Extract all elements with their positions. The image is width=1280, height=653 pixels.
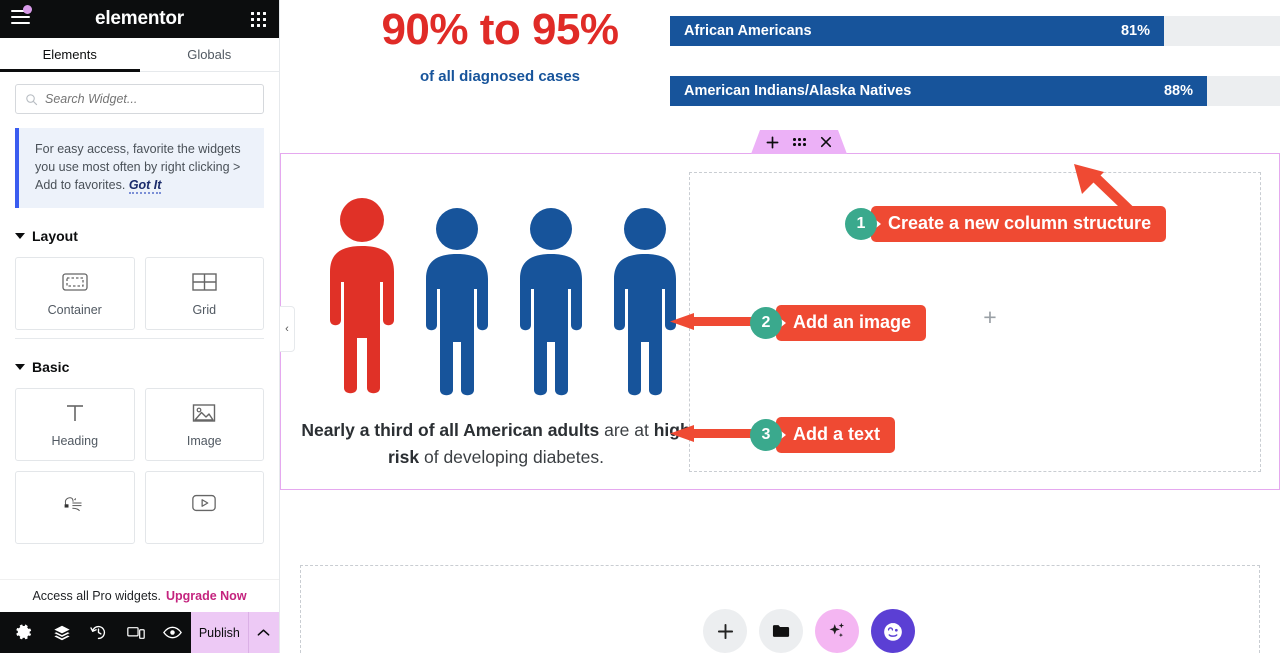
preview-eye-icon[interactable]: [154, 612, 191, 653]
section-close-x-icon[interactable]: [820, 136, 832, 148]
stat-bar-row: American Indians/Alaska Natives 88%: [670, 76, 1280, 106]
bar-label: American Indians/Alaska Natives: [684, 83, 912, 99]
bar-value: 81%: [1120, 23, 1150, 39]
basic-widget-grid: Heading Image: [15, 388, 264, 545]
widget-image-label: Image: [186, 434, 222, 449]
section-layout-header[interactable]: Layout: [15, 208, 264, 257]
widget-video[interactable]: [144, 471, 264, 545]
notification-dot: [23, 5, 32, 14]
search-input[interactable]: [45, 92, 254, 106]
annotation-label: Add a text: [776, 417, 896, 453]
annotation-3: 3 Add a text: [750, 417, 896, 453]
section-layout-title: Layout: [32, 228, 78, 245]
ai-sparkles-fab[interactable]: [815, 609, 859, 653]
annotation-label: Add an image: [776, 305, 927, 341]
top-preview-band: 90% to 95% of all diagnosed cases Africa…: [280, 0, 1280, 152]
stat-block: 90% to 95% of all diagnosed cases: [340, 5, 660, 86]
editor-canvas: 90% to 95% of all diagnosed cases Africa…: [280, 0, 1280, 653]
widget-heading-label: Heading: [51, 434, 99, 449]
grid-icon: [191, 270, 217, 294]
people-infographic: [330, 198, 676, 396]
widget-text-editor[interactable]: [15, 471, 135, 545]
annotation-number: 1: [845, 208, 877, 240]
bar-value: 88%: [1163, 83, 1193, 99]
panel-header: elementor: [0, 0, 279, 38]
footer-icon-group: [0, 612, 191, 653]
pro-upgrade-banner: Access all Pro widgets. Upgrade Now: [0, 579, 279, 612]
chevron-down-icon: [15, 364, 25, 371]
panel-tabs: Elements Globals: [0, 38, 279, 72]
search-icon: [26, 93, 38, 105]
elementor-side-panel: elementor Elements Globals For easy acce…: [0, 0, 280, 653]
responsive-mode-icon[interactable]: [117, 612, 154, 653]
widget-container[interactable]: Container: [15, 257, 135, 331]
notice-got-it-button[interactable]: Got It: [128, 178, 162, 195]
navigator-layers-icon[interactable]: [43, 612, 80, 653]
caption-text[interactable]: Nearly a third of all American adults ar…: [301, 417, 691, 471]
floating-action-buttons: [703, 609, 915, 653]
upgrade-now-link[interactable]: Upgrade Now: [166, 589, 247, 603]
apps-grid-icon[interactable]: [251, 12, 266, 27]
annotation-1: 1 Create a new column structure: [845, 206, 1167, 242]
panel-collapse-chevron-left-icon[interactable]: ‹: [280, 306, 295, 352]
widget-container-label: Container: [47, 303, 102, 318]
layout-widget-grid: Container Grid: [15, 257, 264, 331]
section-drag-dots-icon[interactable]: [793, 138, 806, 146]
tab-globals[interactable]: Globals: [140, 38, 280, 71]
widget-image[interactable]: Image: [144, 388, 264, 462]
hamburger-menu-icon[interactable]: [11, 5, 32, 26]
add-widget-plus-icon[interactable]: +: [980, 305, 1000, 328]
container-icon: [62, 270, 88, 294]
video-icon: [191, 491, 217, 515]
settings-gear-icon[interactable]: [6, 612, 43, 653]
bar-label: African Americans: [684, 23, 812, 39]
stat-big-number: 90% to 95%: [381, 5, 619, 54]
section-basic-title: Basic: [32, 359, 70, 376]
left-column[interactable]: Nearly a third of all American adults ar…: [301, 172, 691, 472]
annotation-label: Create a new column structure: [871, 206, 1167, 242]
widget-heading[interactable]: Heading: [15, 388, 135, 462]
bar-fill: American Indians/Alaska Natives 88%: [670, 76, 1207, 106]
widget-grid[interactable]: Grid: [144, 257, 264, 331]
favorites-tip-notice: For easy access, favorite the widgets yo…: [15, 128, 264, 209]
panel-footer-toolbar: Publish: [0, 612, 279, 653]
caption-tail: of developing diabetes.: [419, 447, 604, 468]
caption-bold-lead: Nearly a third of all American adults: [301, 420, 600, 440]
elementor-logo-title: elementor: [94, 8, 184, 29]
elementor-editor: elementor Elements Globals For easy acce…: [0, 0, 1280, 653]
bar-fill: African Americans 81%: [670, 16, 1164, 46]
publish-button[interactable]: Publish: [191, 612, 248, 653]
stat-bar-row: African Americans 81%: [670, 16, 1280, 46]
add-element-fab[interactable]: [703, 609, 747, 653]
annotation-number: 3: [750, 419, 782, 451]
stat-subtitle: of all diagnosed cases: [419, 68, 581, 86]
folder-templates-fab[interactable]: [759, 609, 803, 653]
chevron-down-icon: [15, 233, 25, 240]
heading-text-icon: [62, 401, 88, 425]
history-revisions-icon[interactable]: [80, 612, 117, 653]
assistant-face-fab[interactable]: [871, 609, 915, 653]
widget-grid-label: Grid: [192, 303, 217, 318]
section-basic-header[interactable]: Basic: [15, 339, 264, 388]
section-add-plus-icon[interactable]: [766, 136, 779, 149]
text-editor-icon: [62, 491, 88, 515]
search-widget-area: [0, 72, 279, 124]
search-box[interactable]: [15, 84, 264, 114]
publish-options-chevron-up-icon[interactable]: [247, 612, 279, 653]
section-basic: Basic Heading Image: [0, 339, 279, 545]
caption-mid: are at: [599, 420, 654, 440]
annotation-number: 2: [750, 307, 782, 339]
image-icon: [191, 401, 217, 425]
pro-banner-text: Access all Pro widgets.: [32, 589, 161, 603]
annotation-2: 2 Add an image: [750, 305, 927, 341]
section-handle-toolbar: [751, 130, 847, 154]
tab-elements[interactable]: Elements: [0, 38, 140, 72]
section-layout: Layout Container Grid: [0, 208, 279, 340]
